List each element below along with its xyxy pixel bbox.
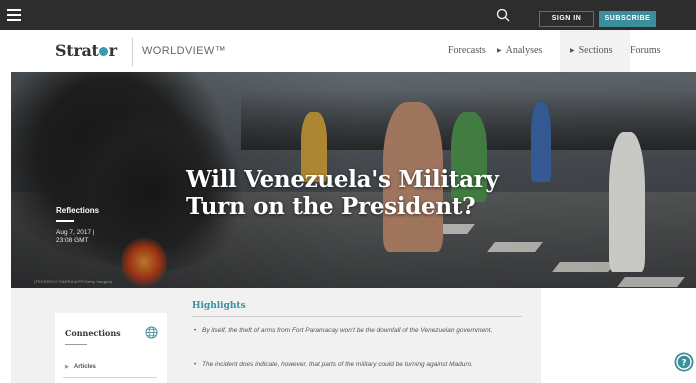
- hamburger-icon[interactable]: [7, 9, 21, 21]
- connections-articles-link[interactable]: ▶ Articles: [65, 364, 96, 370]
- subscribe-button[interactable]: SUBSCRIBE: [599, 11, 656, 27]
- connections-title: Connections: [65, 328, 121, 338]
- top-utility-bar: SIGN IN SUBSCRIBE: [0, 0, 696, 30]
- articles-divider: [63, 377, 157, 378]
- nav-forecasts[interactable]: Forecasts: [448, 45, 486, 56]
- logo-divider: [132, 38, 133, 66]
- highlights-title: Highlights: [192, 301, 246, 311]
- highlights-rule: [192, 316, 522, 317]
- help-icon[interactable]: ?: [674, 352, 694, 372]
- masthead: Strat r WORLDVIEW™ Forecasts ▶ Analyses ▶ S…: [0, 30, 696, 72]
- article-category[interactable]: Reflections: [56, 206, 99, 215]
- connections-card: [55, 313, 167, 383]
- highlight-item: By itself, the theft of arms from Fort P…: [194, 326, 524, 336]
- photo-credit: (FEDERICO PARRA/AFP/Getty Images): [34, 279, 113, 284]
- logo-dot-icon: [99, 47, 109, 56]
- connections-rule: [65, 344, 87, 345]
- highlight-item: The incident does indicate, however, tha…: [194, 360, 524, 370]
- search-icon[interactable]: [496, 8, 510, 22]
- svg-text:?: ?: [681, 359, 686, 369]
- caret-right-icon: ▶: [497, 48, 502, 54]
- stratfor-logo[interactable]: Strat r: [55, 41, 117, 60]
- nav-sections[interactable]: ▶ Sections: [570, 45, 613, 56]
- sign-in-button[interactable]: SIGN IN: [539, 11, 594, 27]
- globe-icon[interactable]: [145, 326, 158, 339]
- caret-right-icon: ▶: [65, 364, 69, 370]
- caret-right-icon: ▶: [570, 48, 575, 54]
- article-headline: Will Venezuela's Military Turn on the Pr…: [186, 166, 499, 220]
- nav-analyses[interactable]: ▶ Analyses: [497, 45, 542, 56]
- category-rule: [56, 220, 74, 222]
- product-name: WORLDVIEW™: [142, 45, 227, 57]
- nav-forums[interactable]: Forums: [630, 45, 661, 56]
- article-date: Aug 7, 2017 | 23:08 GMT: [56, 229, 95, 244]
